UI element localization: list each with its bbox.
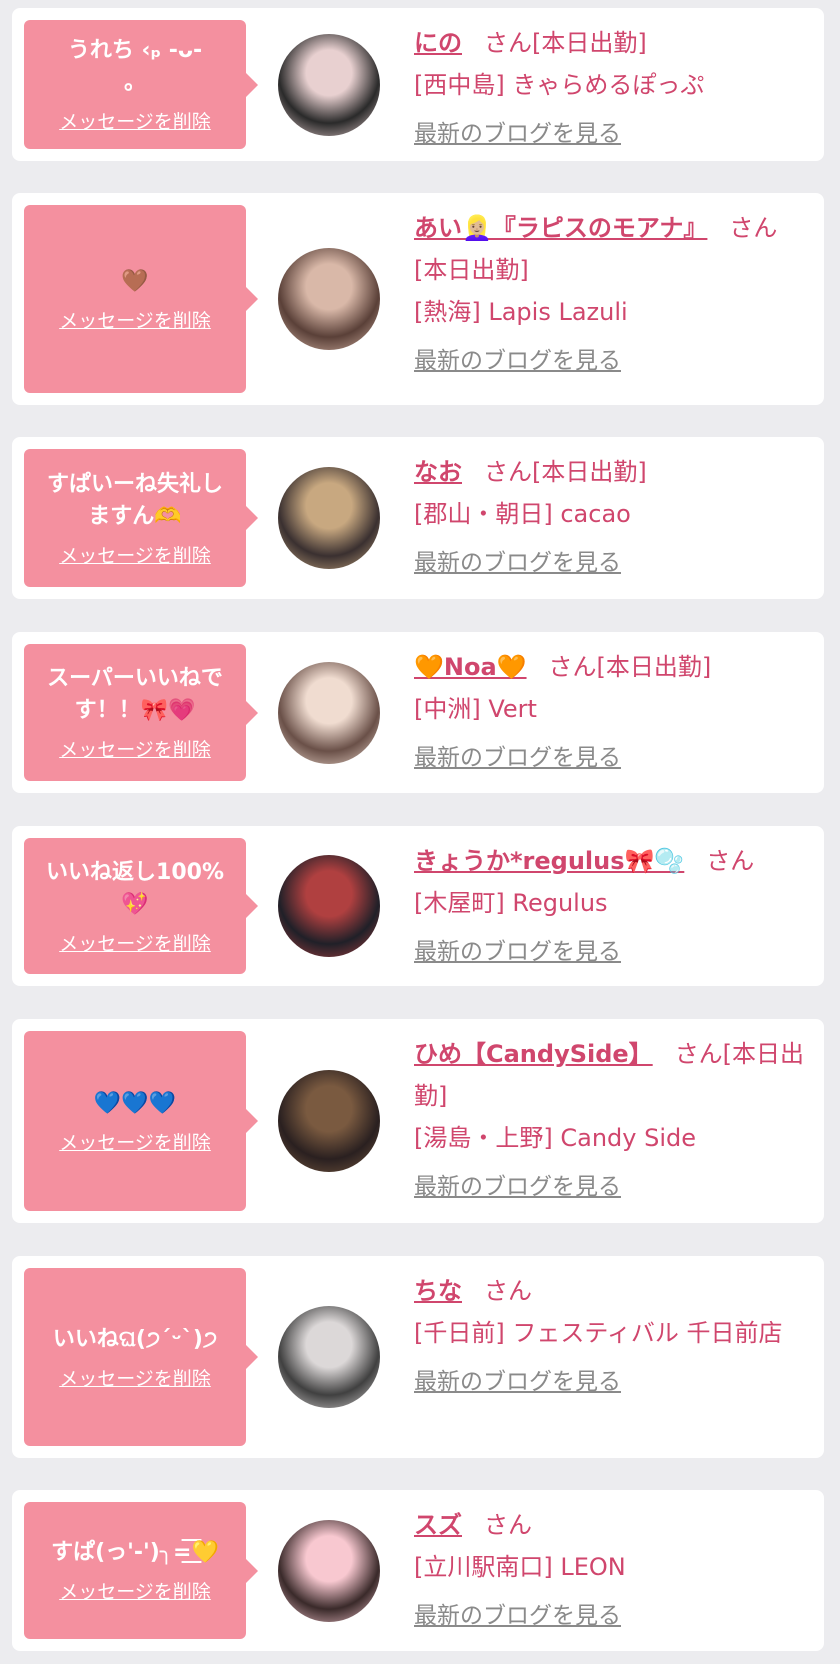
delete-message-link[interactable]: メッセージを削除 bbox=[59, 1364, 211, 1391]
message-text: すぱいーね失礼し ますん🫶 bbox=[46, 471, 223, 529]
avatar[interactable] bbox=[278, 1070, 380, 1172]
shop-name: [中洲] Vert bbox=[414, 695, 537, 723]
card-info: スズ さん [立川駅南口] LEON 最新のブログを見る bbox=[414, 1504, 806, 1630]
cast-name-link[interactable]: きょうか*regulus🎀🫧 bbox=[414, 847, 684, 875]
message-card: スーパーいいねで す！！🎀💗 メッセージを削除 🧡Noa🧡 さん[本日出勤] [中… bbox=[12, 632, 824, 793]
message-text: うれち ‹ₚ -ᴗ- 。 bbox=[67, 38, 203, 95]
cast-name-link[interactable]: なお bbox=[414, 458, 462, 486]
cast-suffix: さん bbox=[706, 847, 755, 875]
avatar[interactable] bbox=[278, 855, 380, 957]
latest-blog-link[interactable]: 最新のブログを見る bbox=[414, 738, 621, 772]
cast-suffix: さん[本日出勤] bbox=[484, 458, 647, 486]
avatar[interactable] bbox=[278, 248, 380, 350]
cast-name-link[interactable]: にの bbox=[414, 29, 462, 57]
avatar[interactable] bbox=[278, 1519, 380, 1622]
card-info: あい👱🏼‍♀️『ラピスのモアナ』 さん[本日出勤] [熱海] Lapis Lazu… bbox=[414, 207, 806, 375]
avatar[interactable] bbox=[278, 33, 380, 136]
shop-name: [郡山・朝日] cacao bbox=[414, 500, 631, 528]
message-text: スーパーいいねで す！！🎀💗 bbox=[47, 666, 223, 723]
shop-name: [西中島] きゃらめるぽっぷ bbox=[414, 71, 705, 99]
message-card: いいね返し100% 💖 メッセージを削除 きょうか*regulus🎀🫧 さん [木… bbox=[12, 826, 824, 986]
card-info: なお さん[本日出勤] [郡山・朝日] cacao 最新のブログを見る bbox=[414, 451, 806, 577]
delete-message-link[interactable]: メッセージを削除 bbox=[59, 735, 211, 762]
avatar[interactable] bbox=[278, 467, 380, 569]
card-info: きょうか*regulus🎀🫧 さん [木屋町] Regulus 最新のブログを見る bbox=[414, 840, 806, 966]
message-bubble: すぱ(っ'-')╮=͟͟͞͞💛 メッセージを削除 bbox=[24, 1502, 258, 1639]
message-card: すぱ(っ'-')╮=͟͟͞͞💛 メッセージを削除 スズ さん [立川駅南口] LE… bbox=[12, 1490, 824, 1651]
card-info: にの さん[本日出勤] [西中島] きゃらめるぽっぷ 最新のブログを見る bbox=[414, 22, 806, 148]
shop-name: [千日前] フェスティバル 千日前店 bbox=[414, 1319, 783, 1347]
avatar[interactable] bbox=[278, 1306, 380, 1408]
message-card: 🤎 メッセージを削除 あい👱🏼‍♀️『ラピスのモアナ』 さん[本日出勤] [熱海]… bbox=[12, 193, 824, 405]
message-text: 💙💙💙 bbox=[93, 1090, 177, 1116]
message-bubble: いいね返し100% 💖 メッセージを削除 bbox=[24, 838, 258, 974]
delete-message-link[interactable]: メッセージを削除 bbox=[59, 541, 211, 568]
message-bubble: 🤎 メッセージを削除 bbox=[24, 205, 258, 393]
message-text: いいねଘ(੭ˊᵕˋ)੭ bbox=[52, 1326, 218, 1352]
message-card: 💙💙💙 メッセージを削除 ひめ【CandySide】 さん[本日出勤] [湯島・上… bbox=[12, 1019, 824, 1223]
latest-blog-link[interactable]: 最新のブログを見る bbox=[414, 1362, 621, 1396]
delete-message-link[interactable]: メッセージを削除 bbox=[59, 1577, 211, 1604]
message-bubble: スーパーいいねで す！！🎀💗 メッセージを削除 bbox=[24, 644, 258, 781]
cast-suffix: さん bbox=[484, 1277, 532, 1305]
message-list: うれち ‹ₚ -ᴗ- 。 メッセージを削除 にの さん[本日出勤] [西中島] き… bbox=[0, 0, 840, 1664]
message-text: いいね返し100% 💖 bbox=[46, 859, 224, 917]
latest-blog-link[interactable]: 最新のブログを見る bbox=[414, 932, 621, 966]
cast-suffix: さん[本日出勤] bbox=[484, 29, 647, 57]
shop-name: [立川駅南口] LEON bbox=[414, 1553, 626, 1581]
message-bubble: すぱいーね失礼し ますん🫶 メッセージを削除 bbox=[24, 449, 258, 587]
card-info: ひめ【CandySide】 さん[本日出勤] [湯島・上野] Candy Side… bbox=[414, 1033, 806, 1201]
cast-name-link[interactable]: あい👱🏼‍♀️『ラピスのモアナ』 bbox=[414, 214, 707, 242]
latest-blog-link[interactable]: 最新のブログを見る bbox=[414, 114, 621, 148]
delete-message-link[interactable]: メッセージを削除 bbox=[59, 107, 211, 134]
avatar[interactable] bbox=[278, 661, 380, 764]
latest-blog-link[interactable]: 最新のブログを見る bbox=[414, 1596, 621, 1630]
cast-suffix: さん[本日出勤] bbox=[548, 653, 712, 681]
latest-blog-link[interactable]: 最新のブログを見る bbox=[414, 1167, 621, 1201]
cast-name-link[interactable]: ちな bbox=[414, 1277, 462, 1305]
delete-message-link[interactable]: メッセージを削除 bbox=[59, 306, 211, 333]
message-card: うれち ‹ₚ -ᴗ- 。 メッセージを削除 にの さん[本日出勤] [西中島] き… bbox=[12, 8, 824, 161]
cast-name-link[interactable]: スズ bbox=[414, 1511, 462, 1539]
cast-name-link[interactable]: ひめ【CandySide】 bbox=[414, 1040, 653, 1068]
latest-blog-link[interactable]: 最新のブログを見る bbox=[414, 341, 621, 375]
card-info: 🧡Noa🧡 さん[本日出勤] [中洲] Vert 最新のブログを見る bbox=[414, 646, 806, 772]
message-text: すぱ(っ'-')╮=͟͟͞͞💛 bbox=[51, 1540, 219, 1565]
latest-blog-link[interactable]: 最新のブログを見る bbox=[414, 543, 621, 577]
card-info: ちな さん [千日前] フェスティバル 千日前店 最新のブログを見る bbox=[414, 1270, 806, 1396]
shop-name: [湯島・上野] Candy Side bbox=[414, 1124, 696, 1152]
delete-message-link[interactable]: メッセージを削除 bbox=[59, 1128, 211, 1155]
message-card: いいねଘ(੭ˊᵕˋ)੭ メッセージを削除 ちな さん [千日前] フェスティバル … bbox=[12, 1256, 824, 1458]
delete-message-link[interactable]: メッセージを削除 bbox=[59, 929, 211, 956]
message-bubble: 💙💙💙 メッセージを削除 bbox=[24, 1031, 258, 1211]
cast-suffix: さん bbox=[484, 1511, 532, 1539]
shop-name: [熱海] Lapis Lazuli bbox=[414, 298, 628, 326]
message-card: すぱいーね失礼し ますん🫶 メッセージを削除 なお さん[本日出勤] [郡山・朝日… bbox=[12, 437, 824, 599]
cast-name-link[interactable]: 🧡Noa🧡 bbox=[414, 653, 527, 681]
message-bubble: うれち ‹ₚ -ᴗ- 。 メッセージを削除 bbox=[24, 20, 258, 149]
message-bubble: いいねଘ(੭ˊᵕˋ)੭ メッセージを削除 bbox=[24, 1268, 258, 1446]
shop-name: [木屋町] Regulus bbox=[414, 889, 608, 917]
message-text: 🤎 bbox=[121, 268, 149, 294]
